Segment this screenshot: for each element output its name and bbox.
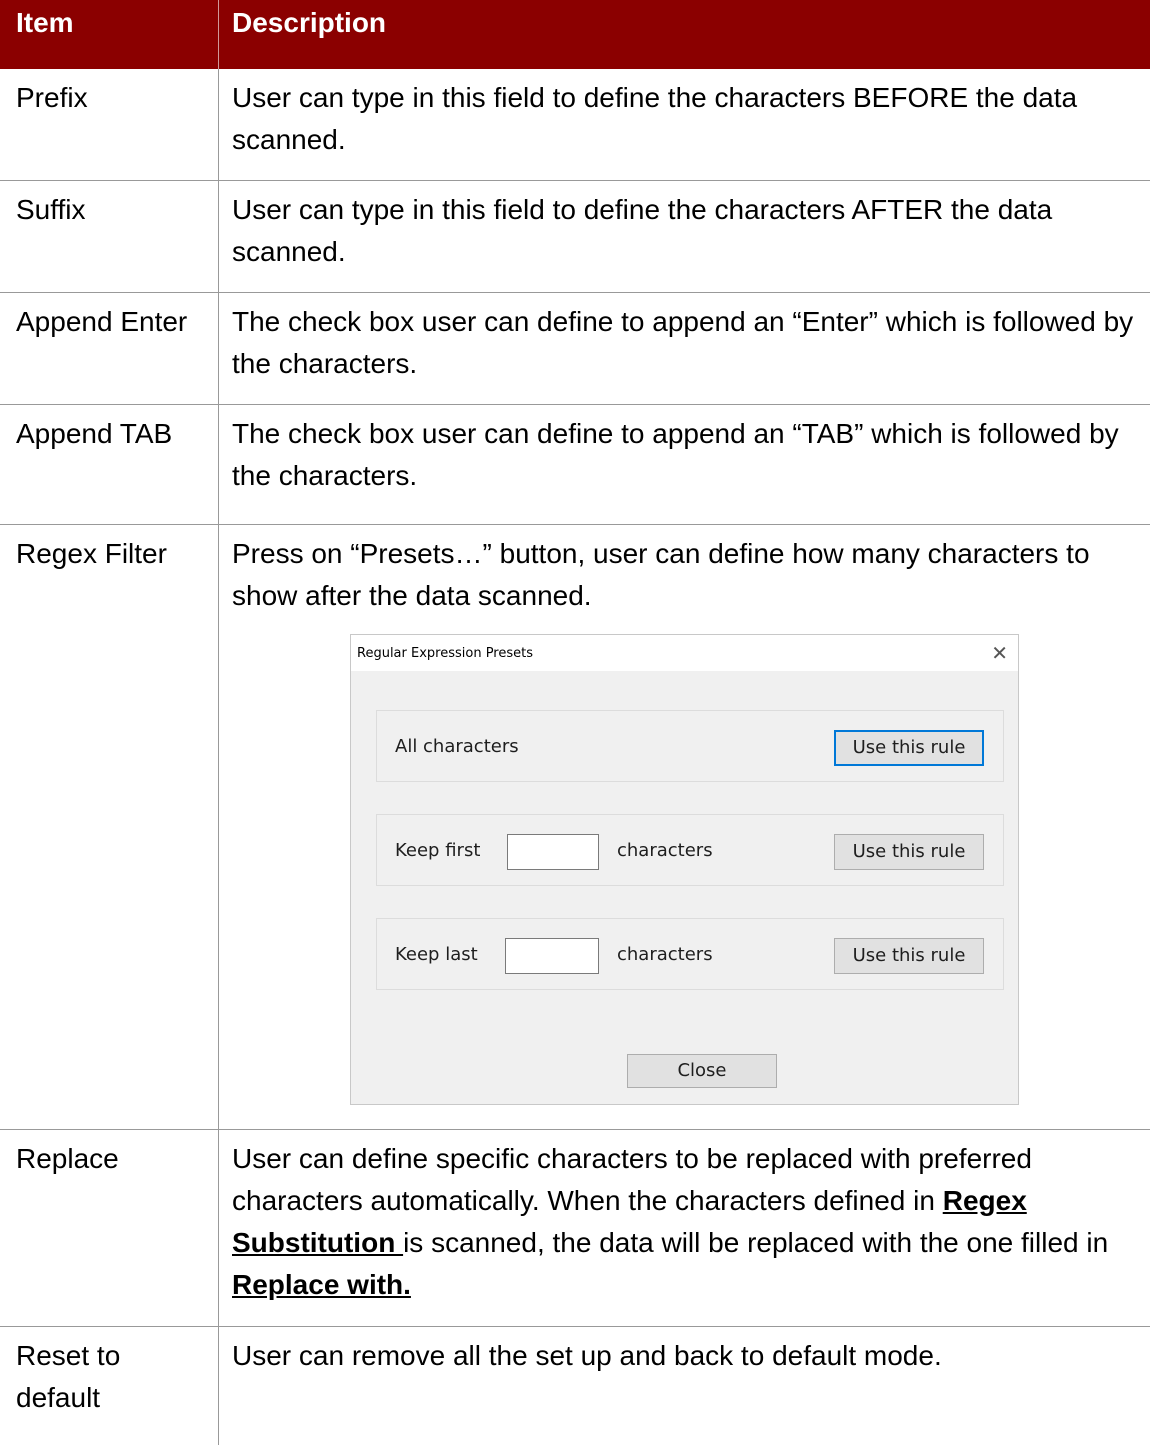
table-row: Suffix User can type in this field to de… <box>0 181 1150 293</box>
rule-all-characters: All characters Use this rule <box>376 710 1004 782</box>
column-divider <box>218 1327 219 1445</box>
item-cell: Prefix <box>16 82 88 113</box>
column-divider <box>218 69 219 181</box>
rule-last-label: Keep last <box>395 944 478 965</box>
column-divider <box>218 525 219 1130</box>
header-description: Description <box>232 7 387 38</box>
rule-keep-first: Keep first characters Use this rule <box>376 814 1004 886</box>
table-row: Replace User can define specific charact… <box>0 1130 1150 1327</box>
table-row: Append TAB The check box user can define… <box>0 405 1150 525</box>
description-cell: User can define specific characters to b… <box>232 1138 1137 1306</box>
dialog-title: Regular Expression Presets <box>357 646 534 661</box>
keep-last-input[interactable] <box>505 938 599 974</box>
header-divider <box>218 0 219 69</box>
item-cell: Append TAB <box>16 418 173 449</box>
use-rule-first-button[interactable]: Use this rule <box>834 834 984 870</box>
column-divider <box>218 181 219 293</box>
item-cell: Append Enter <box>16 306 188 337</box>
replace-desc-text-1: User can define specific characters to b… <box>232 1143 1032 1216</box>
description-cell: User can remove all the set up and back … <box>232 1340 942 1371</box>
item-cell: Reset to default <box>16 1340 121 1413</box>
column-divider <box>218 1130 219 1327</box>
table-row: Reset to default User can remove all the… <box>0 1327 1150 1445</box>
description-cell: The check box user can define to append … <box>232 418 1119 491</box>
characters-label: characters <box>617 840 713 861</box>
rule-all-label: All characters <box>395 736 519 757</box>
replace-desc-text-2: is scanned, the data will be replaced wi… <box>403 1227 1109 1258</box>
header-item: Item <box>16 7 74 38</box>
dialog-titlebar: Regular Expression Presets ✕ <box>351 635 1018 671</box>
close-icon[interactable]: ✕ <box>991 641 1008 665</box>
close-button[interactable]: Close <box>627 1054 777 1088</box>
column-divider <box>218 293 219 405</box>
table-header: Item Description <box>0 0 1150 69</box>
table-row: Append Enter The check box user can defi… <box>0 293 1150 405</box>
replace-with-term: Replace with. <box>232 1269 411 1300</box>
description-cell: The check box user can define to append … <box>232 306 1134 379</box>
table-row: Prefix User can type in this field to de… <box>0 69 1150 181</box>
description-cell: Press on “Presets…” button, user can def… <box>232 538 1090 611</box>
column-divider <box>218 405 219 525</box>
item-cell: Regex Filter <box>16 538 167 569</box>
use-rule-last-button[interactable]: Use this rule <box>834 938 984 974</box>
item-cell: Replace <box>16 1143 119 1174</box>
use-rule-all-button[interactable]: Use this rule <box>834 730 984 766</box>
item-cell: Suffix <box>16 194 86 225</box>
rule-keep-last: Keep last characters Use this rule <box>376 918 1004 990</box>
keep-first-input[interactable] <box>507 834 599 870</box>
description-cell: User can type in this field to define th… <box>232 82 1078 155</box>
description-cell: User can type in this field to define th… <box>232 194 1053 267</box>
characters-label: characters <box>617 944 713 965</box>
rule-first-label: Keep first <box>395 840 481 861</box>
regex-presets-dialog: Regular Expression Presets ✕ All charact… <box>350 634 1019 1105</box>
